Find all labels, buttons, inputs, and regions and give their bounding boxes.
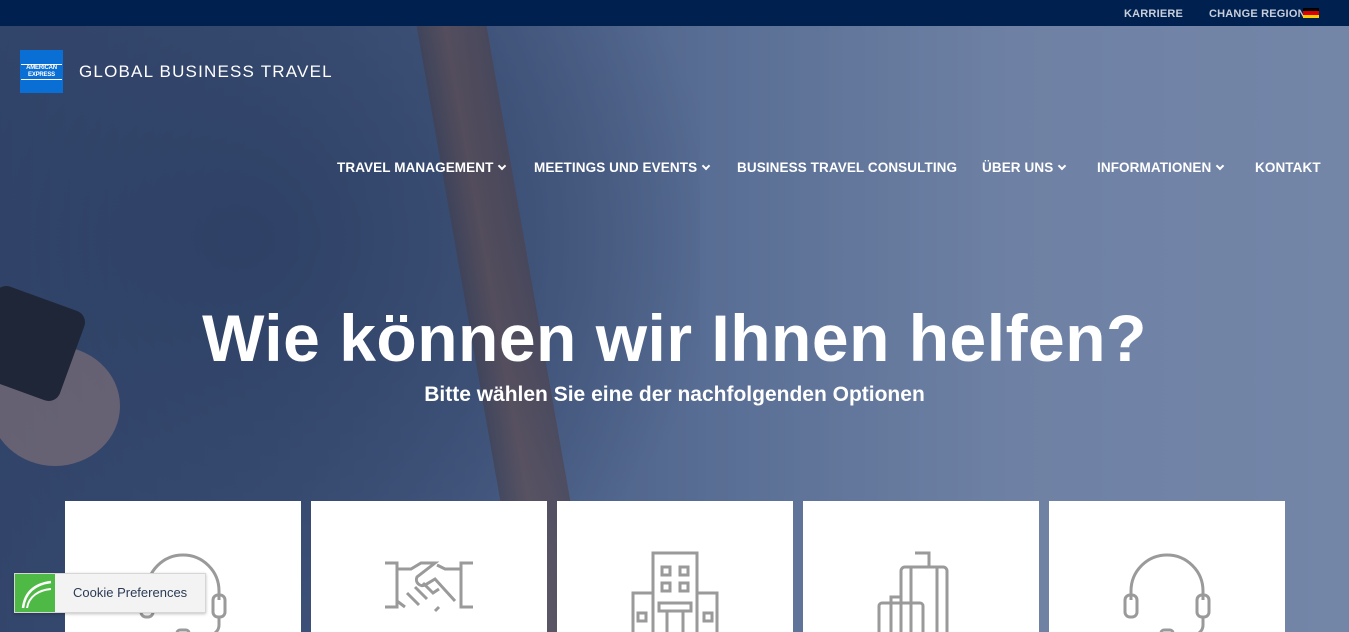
handshake-icon (385, 561, 473, 613)
main-nav: TRAVEL MANAGEMENT MEETINGS UND EVENTS BU… (0, 160, 1349, 180)
change-region-link[interactable]: CHANGE REGION (1209, 8, 1306, 20)
hero-subheadline: Bitte wählen Sie eine der nachfolgenden … (424, 383, 925, 406)
chevron-down-icon (498, 161, 507, 170)
cookie-preferences-button[interactable]: Cookie Preferences (14, 573, 206, 613)
utility-bar: KARRIERE CHANGE REGION (0, 0, 1349, 26)
nav-item-business-travel-consulting[interactable]: BUSINESS TRAVEL CONSULTING (737, 160, 957, 175)
luggage-icon (877, 551, 949, 632)
nav-item-label: KONTAKT (1255, 160, 1321, 175)
nav-item-label: TRAVEL MANAGEMENT (337, 160, 494, 175)
nav-item-informationen[interactable]: INFORMATIONEN (1097, 160, 1225, 175)
hero-headline: Wie können wir Ihnen helfen? (202, 301, 1147, 375)
cookie-logo-icon (15, 574, 55, 612)
karriere-link[interactable]: KARRIERE (1124, 8, 1183, 20)
nav-item-label: BUSINESS TRAVEL CONSULTING (737, 160, 958, 175)
nav-item-meetings-und-events[interactable]: MEETINGS UND EVENTS (534, 160, 711, 175)
option-card-contact[interactable] (1049, 501, 1285, 632)
nav-item-travel-management[interactable]: TRAVEL MANAGEMENT (337, 160, 507, 175)
building-icon (631, 551, 719, 632)
amex-logo-badge[interactable]: AMERICAN EXPRESS (20, 50, 63, 93)
cookie-preferences-label: Cookie Preferences (73, 585, 188, 600)
option-card-meetings[interactable] (311, 501, 547, 632)
logo-text[interactable]: GLOBAL BUSINESS TRAVEL (79, 62, 333, 82)
option-card-hotel[interactable] (557, 501, 793, 632)
nav-item-label: MEETINGS UND EVENTS (534, 160, 698, 175)
nav-item-label: INFORMATIONEN (1097, 160, 1212, 175)
logo-badge-line1: AMERICAN (26, 64, 57, 71)
headset-icon (1123, 553, 1211, 632)
logo-badge-line2: EXPRESS (28, 71, 55, 78)
nav-item-label: ÜBER UNS (982, 160, 1054, 175)
nav-item-ueber-uns[interactable]: ÜBER UNS (982, 160, 1067, 175)
chevron-down-icon (1058, 161, 1067, 170)
option-card-travel[interactable] (803, 501, 1039, 632)
chevron-down-icon (701, 161, 711, 170)
nav-item-kontakt[interactable]: KONTAKT (1255, 160, 1321, 175)
germany-flag-icon[interactable] (1303, 8, 1319, 18)
chevron-down-icon (1216, 161, 1225, 170)
